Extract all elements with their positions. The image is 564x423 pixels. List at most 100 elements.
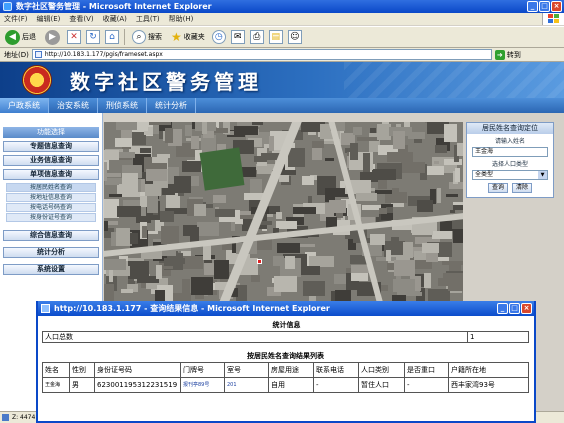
map-building bbox=[145, 169, 168, 181]
column-header: 性别 bbox=[69, 361, 95, 378]
map-building bbox=[193, 204, 206, 216]
stats-table: 统计信息 人口总数 1 bbox=[42, 319, 529, 343]
map-building bbox=[191, 276, 213, 295]
map-building bbox=[385, 249, 391, 261]
popup-titlebar: http://10.183.1.177 - 查询结果信息 - Microsoft… bbox=[38, 301, 534, 316]
popup-maximize-button[interactable]: □ bbox=[509, 303, 520, 314]
home-icon[interactable]: ⌂ bbox=[105, 30, 119, 44]
sidebar-subitem-by-phone[interactable]: 按电话号码查询 bbox=[6, 203, 96, 212]
map-building bbox=[137, 122, 149, 131]
map-building bbox=[249, 178, 263, 194]
map-building bbox=[353, 127, 363, 135]
map-building bbox=[121, 172, 138, 192]
window-titlebar: 数字社区警务管理 - Microsoft Internet Explorer _… bbox=[0, 0, 564, 13]
map-building bbox=[435, 145, 448, 153]
nav-statistics[interactable]: 统计分析 bbox=[147, 98, 196, 113]
map-building bbox=[421, 243, 439, 253]
map-building bbox=[149, 122, 171, 125]
search-button[interactable]: ⌕ 搜索 bbox=[130, 28, 164, 46]
forward-button[interactable]: ▶ bbox=[43, 28, 62, 46]
cell-use: 自用 bbox=[268, 376, 314, 393]
map-building bbox=[230, 220, 235, 232]
sidebar-item-topic-query[interactable]: 专题信息查询 bbox=[3, 141, 99, 152]
favorites-button[interactable]: ★ 收藏夹 bbox=[169, 28, 207, 46]
status-text: Z: 4474 bbox=[12, 414, 36, 421]
back-button[interactable]: ◀ 后退 bbox=[3, 28, 38, 46]
nav-criminal[interactable]: 刑侦系统 bbox=[98, 98, 147, 113]
main-nav: 户政系统 治安系统 刑侦系统 统计分析 bbox=[0, 98, 564, 113]
clear-button[interactable]: 清除 bbox=[512, 183, 533, 193]
column-header: 联系电话 bbox=[313, 361, 359, 378]
map-building bbox=[213, 194, 226, 204]
sidebar-item-single-query[interactable]: 单项信息查询 bbox=[3, 169, 99, 180]
page-icon bbox=[34, 51, 42, 58]
sidebar-subitem-by-id[interactable]: 按身份证号查询 bbox=[6, 213, 96, 222]
resident-search-panel: 居民姓名查询定位 请输入姓名 王金海 选择人口类型 全类型 ▼ 查询 清除 bbox=[466, 122, 554, 198]
go-arrow-icon: ➜ bbox=[494, 49, 505, 60]
nav-security[interactable]: 治安系统 bbox=[49, 98, 98, 113]
map-building bbox=[181, 278, 190, 295]
type-select[interactable]: 全类型 ▼ bbox=[472, 170, 548, 180]
popup-minimize-button[interactable]: _ bbox=[497, 303, 508, 314]
address-input[interactable]: http://10.183.1.177/pgis/frameset.aspx bbox=[31, 49, 492, 60]
menu-view[interactable]: 查看(V) bbox=[69, 14, 93, 24]
mail-icon[interactable]: ✉ bbox=[230, 30, 245, 44]
map-building bbox=[146, 195, 158, 214]
cell-category: 暂住人口 bbox=[358, 376, 405, 393]
nav-household[interactable]: 户政系统 bbox=[0, 98, 49, 113]
map-building bbox=[441, 261, 463, 265]
map-building bbox=[156, 264, 162, 279]
map-building bbox=[302, 281, 326, 297]
sidebar-item-business-query[interactable]: 业务信息查询 bbox=[3, 155, 99, 166]
map-building bbox=[402, 241, 414, 259]
map-building bbox=[387, 151, 413, 162]
map-building bbox=[159, 210, 174, 223]
sidebar-subitem-by-address[interactable]: 按地址信息查询 bbox=[6, 193, 96, 202]
popup-close-button[interactable]: × bbox=[521, 303, 532, 314]
stop-icon[interactable]: ✕ bbox=[67, 30, 81, 44]
map-building bbox=[184, 124, 193, 136]
name-input[interactable]: 王金海 bbox=[472, 147, 548, 157]
menu-tools[interactable]: 工具(T) bbox=[136, 14, 160, 24]
column-header: 姓名 bbox=[42, 361, 70, 378]
maximize-button[interactable]: □ bbox=[539, 1, 550, 12]
cell-phone: - bbox=[313, 376, 359, 393]
map-building bbox=[285, 255, 295, 269]
menu-edit[interactable]: 编辑(E) bbox=[37, 14, 61, 24]
map-location-marker-icon[interactable] bbox=[257, 259, 262, 264]
map-building bbox=[393, 130, 406, 150]
close-button[interactable]: × bbox=[551, 1, 562, 12]
column-header: 人口类别 bbox=[358, 361, 405, 378]
history-icon[interactable]: ◷ bbox=[211, 30, 226, 44]
cell-id: 623001195312231519 bbox=[94, 376, 181, 393]
sidebar-item-combined-query[interactable]: 综合信息查询 bbox=[3, 230, 99, 241]
query-button[interactable]: 查询 bbox=[487, 183, 508, 193]
menu-file[interactable]: 文件(F) bbox=[4, 14, 28, 24]
print-icon[interactable]: ⎙ bbox=[249, 30, 264, 44]
refresh-icon[interactable]: ↻ bbox=[86, 30, 100, 44]
map-building bbox=[190, 135, 200, 150]
menu-favorites[interactable]: 收藏(A) bbox=[103, 14, 127, 24]
sidebar-item-settings[interactable]: 系统设置 bbox=[3, 264, 99, 275]
messenger-icon[interactable]: ☺ bbox=[287, 30, 302, 44]
column-header: 身份证号码 bbox=[94, 361, 181, 378]
menu-help[interactable]: 帮助(H) bbox=[169, 14, 194, 24]
go-button[interactable]: ➜ 转到 bbox=[494, 49, 521, 60]
table-row[interactable]: 王金海 男 623001195312231519 报刊亭89号 201 自用 -… bbox=[42, 376, 529, 393]
edit-icon[interactable]: ▤ bbox=[268, 30, 283, 44]
browser-window: 数字社区警务管理 - Microsoft Internet Explorer _… bbox=[0, 0, 564, 423]
sidebar-item-statistics[interactable]: 统计分析 bbox=[3, 247, 99, 258]
map-building bbox=[300, 243, 316, 248]
sidebar-subitem-by-name[interactable]: 按居民姓名查询 bbox=[6, 183, 96, 192]
cell-door-link[interactable]: 报刊亭89号 bbox=[180, 376, 225, 393]
type-label: 选择人口类型 bbox=[491, 161, 528, 168]
map-building bbox=[355, 193, 377, 201]
map-building bbox=[104, 258, 127, 270]
ie-icon bbox=[41, 304, 50, 313]
minimize-button[interactable]: _ bbox=[527, 1, 538, 12]
cell-name[interactable]: 王金海 bbox=[42, 376, 70, 393]
map-building bbox=[115, 228, 131, 247]
satellite-map[interactable] bbox=[104, 122, 463, 303]
map-building bbox=[165, 127, 173, 143]
map-building bbox=[325, 158, 335, 162]
